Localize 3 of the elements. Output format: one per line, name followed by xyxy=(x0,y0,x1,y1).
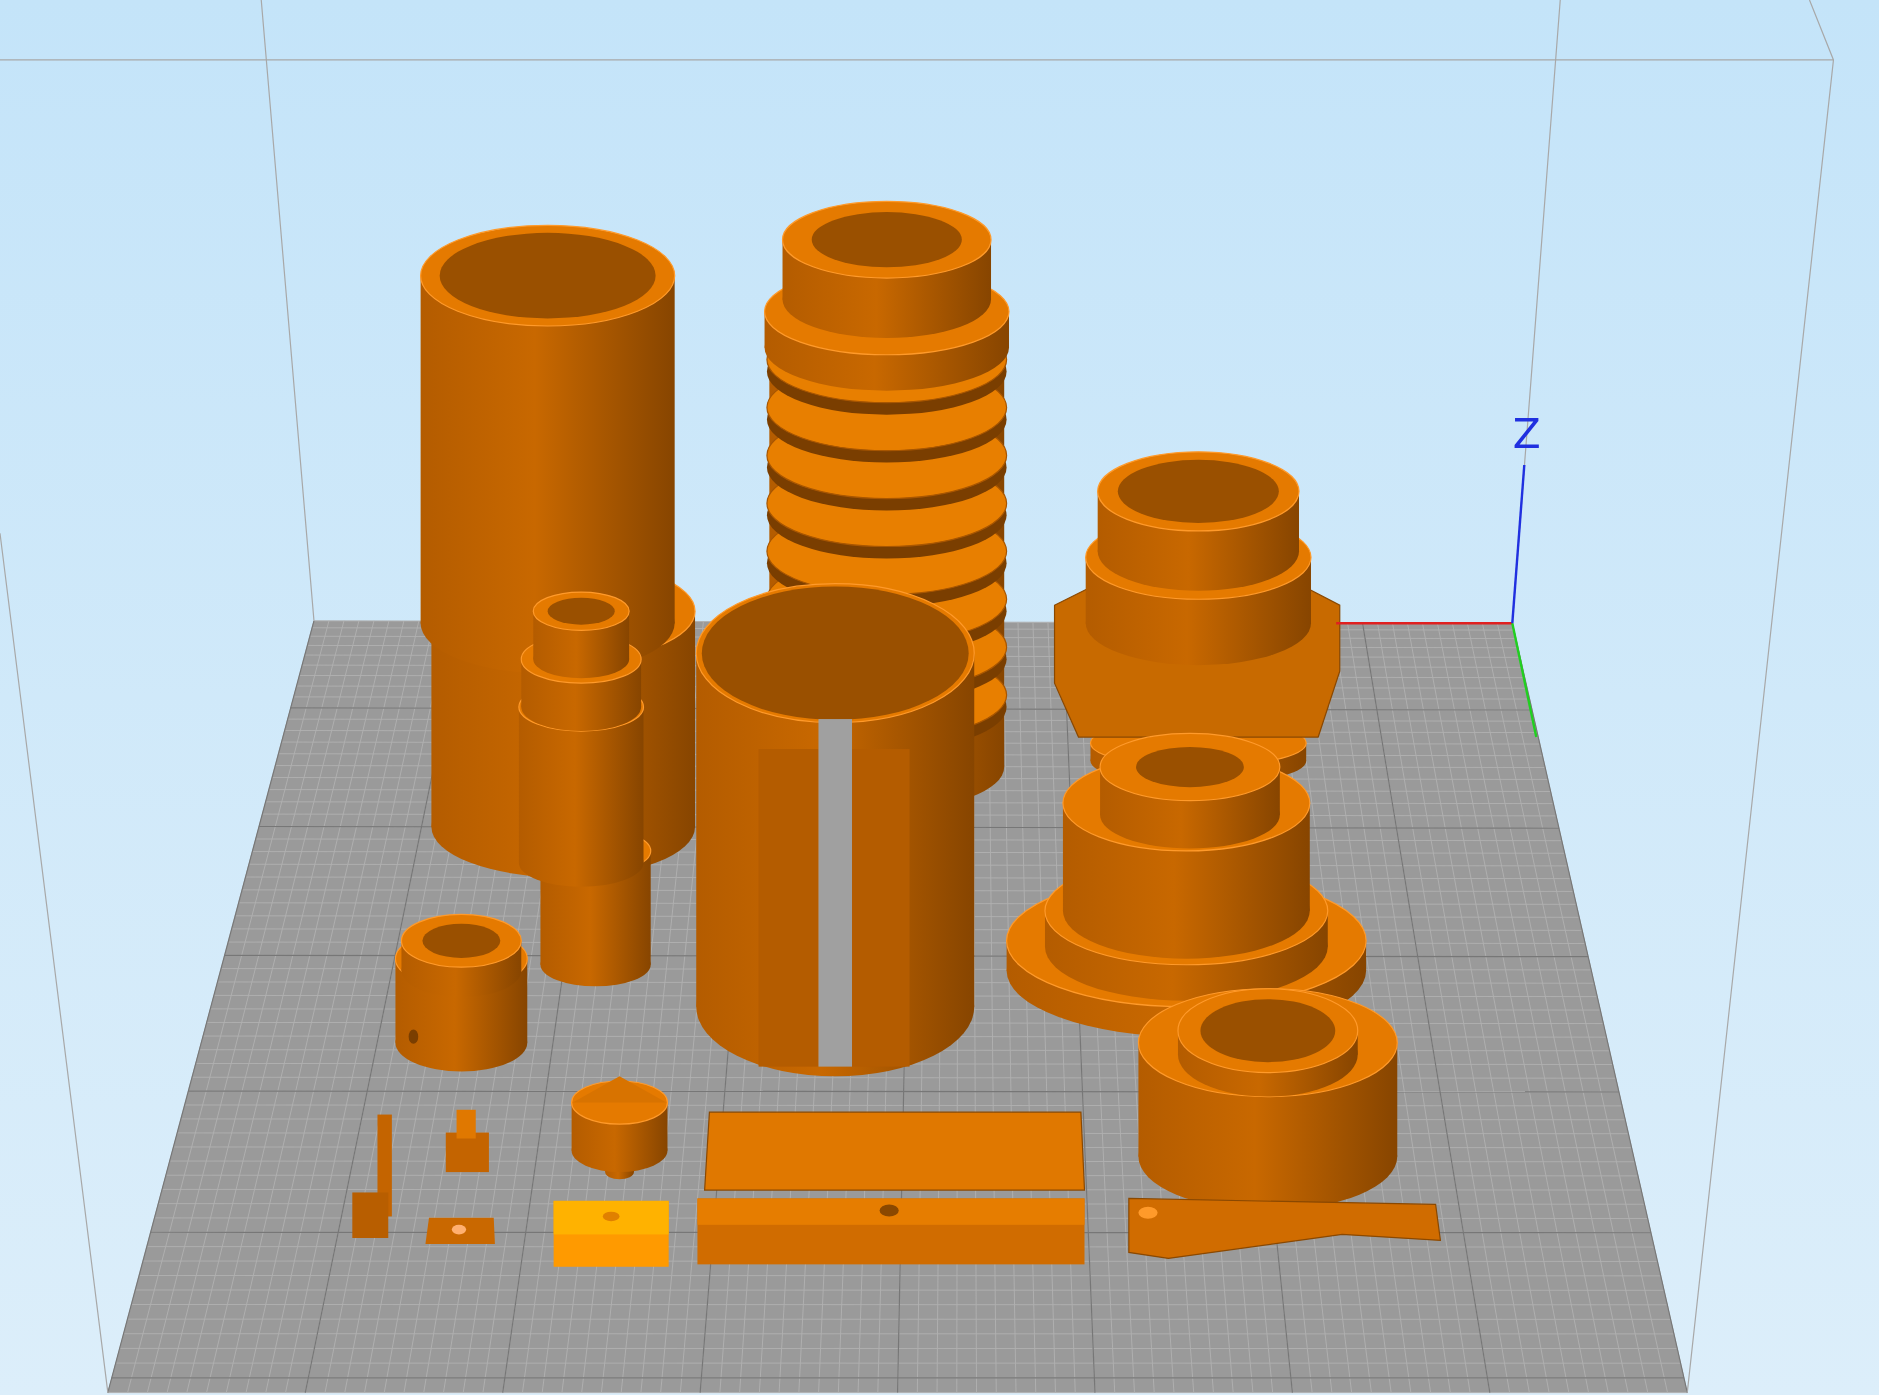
axis-label: Z xyxy=(1512,410,1541,459)
printed-parts-drawing[interactable] xyxy=(352,200,1442,1267)
3d-viewport[interactable]: Z xyxy=(0,0,1879,1395)
